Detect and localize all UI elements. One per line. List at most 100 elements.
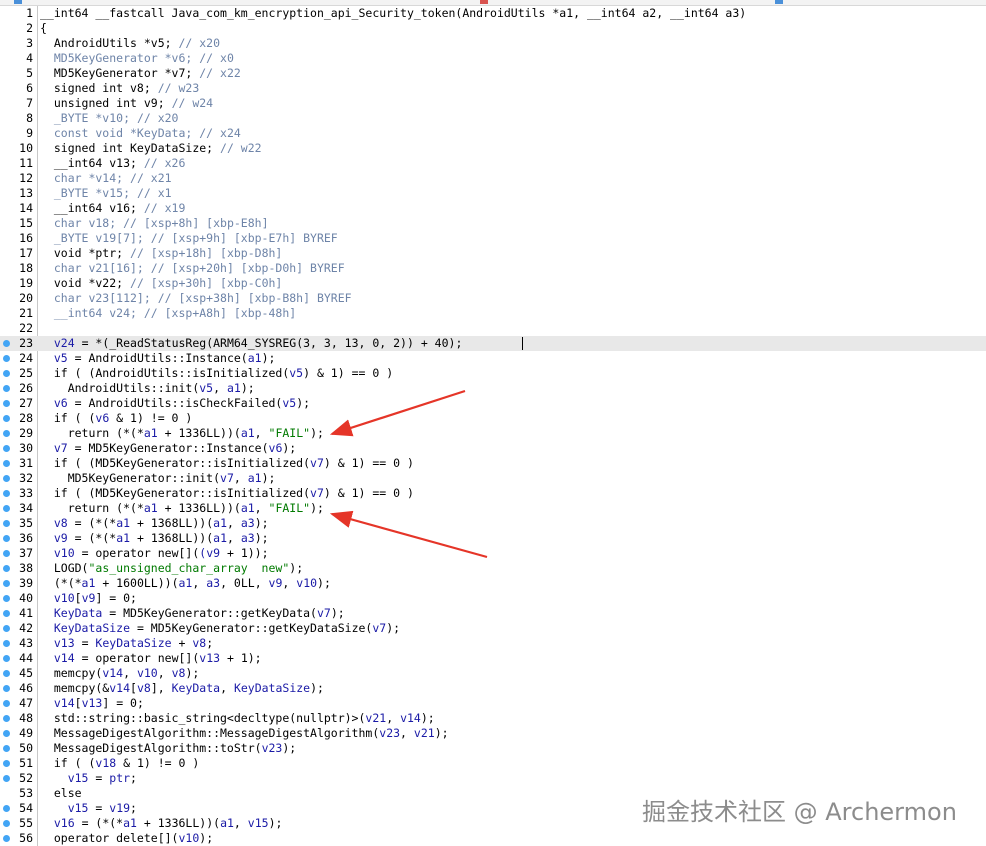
code-text[interactable]: unsigned int v9; // w24 xyxy=(40,96,213,111)
code-text[interactable]: v15 = v19; xyxy=(40,801,137,816)
code-line[interactable]: 9 const void *KeyData; // x24 xyxy=(0,126,986,141)
code-line[interactable]: 48 std::string::basic_string<decltype(nu… xyxy=(0,711,986,726)
code-text[interactable]: void *ptr; // [xsp+18h] [xbp-D8h] xyxy=(40,246,283,261)
code-line[interactable]: 50 MessageDigestAlgorithm::toStr(v23); xyxy=(0,741,986,756)
code-line[interactable]: 56 operator delete[](v10); xyxy=(0,831,986,846)
code-text[interactable]: if ( (v18 & 1) != 0 ) xyxy=(40,756,199,771)
code-text[interactable]: v5 = AndroidUtils::Instance(a1); xyxy=(40,351,276,366)
code-text[interactable]: char v18; // [xsp+8h] [xbp-E8h] xyxy=(40,216,269,231)
code-line[interactable]: 32 MD5KeyGenerator::init(v7, a1); xyxy=(0,471,986,486)
code-text[interactable]: MD5KeyGenerator *v7; // x22 xyxy=(40,66,241,81)
code-text[interactable]: v24 = *(_ReadStatusReg(ARM64_SYSREG(3, 3… xyxy=(40,336,463,351)
code-text[interactable]: return (*(*a1 + 1336LL))(a1, "FAIL"); xyxy=(40,426,324,441)
code-line[interactable]: 13 _BYTE *v15; // x1 xyxy=(0,186,986,201)
code-line[interactable]: 22 xyxy=(0,321,986,336)
code-text[interactable]: memcpy(&v14[v8], KeyData, KeyDataSize); xyxy=(40,681,324,696)
code-line[interactable]: 51 if ( (v18 & 1) != 0 ) xyxy=(0,756,986,771)
code-text[interactable]: MD5KeyGenerator *v6; // x0 xyxy=(40,51,234,66)
code-text[interactable]: _BYTE *v15; // x1 xyxy=(40,186,172,201)
code-line[interactable]: 11 __int64 v13; // x26 xyxy=(0,156,986,171)
code-line[interactable]: 30 v7 = MD5KeyGenerator::Instance(v6); xyxy=(0,441,986,456)
code-line[interactable]: 24 v5 = AndroidUtils::Instance(a1); xyxy=(0,351,986,366)
code-text[interactable]: void *v22; // [xsp+30h] [xbp-C0h] xyxy=(40,276,283,291)
code-text[interactable]: const void *KeyData; // x24 xyxy=(40,126,241,141)
code-text[interactable]: if ( (v6 & 1) != 0 ) xyxy=(40,411,193,426)
code-line[interactable]: 20 char v23[112]; // [xsp+38h] [xbp-B8h]… xyxy=(0,291,986,306)
code-line[interactable]: 17 void *ptr; // [xsp+18h] [xbp-D8h] xyxy=(0,246,986,261)
code-line[interactable]: 25 if ( (AndroidUtils::isInitialized(v5)… xyxy=(0,366,986,381)
tab-indicator[interactable] xyxy=(775,0,783,4)
code-line[interactable]: 33 if ( (MD5KeyGenerator::isInitialized(… xyxy=(0,486,986,501)
code-line[interactable]: 1 __int64 __fastcall Java_com_km_encrypti… xyxy=(0,6,986,21)
tab-indicator[interactable] xyxy=(480,0,488,4)
code-line[interactable]: 44 v14 = operator new[](v13 + 1); xyxy=(0,651,986,666)
code-line[interactable]: 29 return (*(*a1 + 1336LL))(a1, "FAIL"); xyxy=(0,426,986,441)
code-line[interactable]: 2{ xyxy=(0,21,986,36)
code-text[interactable]: v8 = (*(*a1 + 1368LL))(a1, a3); xyxy=(40,516,269,531)
code-text[interactable]: signed int v8; // w23 xyxy=(40,81,199,96)
code-line[interactable]: 42 KeyDataSize = MD5KeyGenerator::getKey… xyxy=(0,621,986,636)
code-text[interactable]: MessageDigestAlgorithm::toStr(v23); xyxy=(40,741,296,756)
code-line[interactable]: 37 v10 = operator new[]((v9 + 1)); xyxy=(0,546,986,561)
code-line[interactable]: 52 v15 = ptr; xyxy=(0,771,986,786)
code-text[interactable]: char *v14; // x21 xyxy=(40,171,172,186)
code-line[interactable]: 7 unsigned int v9; // w24 xyxy=(0,96,986,111)
code-text[interactable]: v7 = MD5KeyGenerator::Instance(v6); xyxy=(40,441,296,456)
code-text[interactable]: if ( (AndroidUtils::isInitialized(v5) & … xyxy=(40,366,393,381)
code-line[interactable]: 8 _BYTE *v10; // x20 xyxy=(0,111,986,126)
code-line[interactable]: 3 AndroidUtils *v5; // x20 xyxy=(0,36,986,51)
code-text[interactable]: if ( (MD5KeyGenerator::isInitialized(v7)… xyxy=(40,486,414,501)
code-line[interactable]: 43 v13 = KeyDataSize + v8; xyxy=(0,636,986,651)
code-text[interactable]: KeyData = MD5KeyGenerator::getKeyData(v7… xyxy=(40,606,345,621)
code-line[interactable]: 14 __int64 v16; // x19 xyxy=(0,201,986,216)
code-text[interactable]: v9 = (*(*a1 + 1368LL))(a1, a3); xyxy=(40,531,269,546)
code-text[interactable]: char v23[112]; // [xsp+38h] [xbp-B8h] BY… xyxy=(40,291,352,306)
code-text[interactable]: KeyDataSize = MD5KeyGenerator::getKeyDat… xyxy=(40,621,400,636)
tab-indicator[interactable] xyxy=(14,0,22,4)
code-line[interactable]: 39 (*(*a1 + 1600LL))(a1, a3, 0LL, v9, v1… xyxy=(0,576,986,591)
code-text[interactable]: AndroidUtils *v5; // x20 xyxy=(40,36,220,51)
code-text[interactable]: else xyxy=(40,786,82,801)
code-text[interactable]: if ( (MD5KeyGenerator::isInitialized(v7)… xyxy=(40,456,414,471)
code-line[interactable]: 36 v9 = (*(*a1 + 1368LL))(a1, a3); xyxy=(0,531,986,546)
code-text[interactable]: v14 = operator new[](v13 + 1); xyxy=(40,651,262,666)
code-text[interactable]: v13 = KeyDataSize + v8; xyxy=(40,636,213,651)
code-text[interactable]: LOGD("as_unsigned_char_array new"); xyxy=(40,561,303,576)
code-text[interactable]: v14[v13] = 0; xyxy=(40,696,144,711)
code-text[interactable]: MessageDigestAlgorithm::MessageDigestAlg… xyxy=(40,726,449,741)
code-line[interactable]: 16 _BYTE v19[7]; // [xsp+9h] [xbp-E7h] B… xyxy=(0,231,986,246)
code-text[interactable]: __int64 __fastcall Java_com_km_encryptio… xyxy=(40,6,746,21)
code-line[interactable]: 12 char *v14; // x21 xyxy=(0,171,986,186)
code-text[interactable]: __int64 v16; // x19 xyxy=(40,201,186,216)
code-line[interactable]: 49 MessageDigestAlgorithm::MessageDigest… xyxy=(0,726,986,741)
code-text[interactable]: v16 = (*(*a1 + 1336LL))(a1, v15); xyxy=(40,816,283,831)
pseudocode-view[interactable]: 1 __int64 __fastcall Java_com_km_encrypti… xyxy=(0,6,986,846)
code-text[interactable]: signed int KeyDataSize; // w22 xyxy=(40,141,262,156)
code-text[interactable]: v10[v9] = 0; xyxy=(40,591,137,606)
code-text[interactable]: memcpy(v14, v10, v8); xyxy=(40,666,199,681)
code-text[interactable]: _BYTE v19[7]; // [xsp+9h] [xbp-E7h] BYRE… xyxy=(40,231,338,246)
code-line[interactable]: 5 MD5KeyGenerator *v7; // x22 xyxy=(0,66,986,81)
code-text[interactable]: v6 = AndroidUtils::isCheckFailed(v5); xyxy=(40,396,310,411)
code-text[interactable]: (*(*a1 + 1600LL))(a1, a3, 0LL, v9, v10); xyxy=(40,576,331,591)
code-line[interactable]: 4 MD5KeyGenerator *v6; // x0 xyxy=(0,51,986,66)
code-text[interactable]: v10 = operator new[]((v9 + 1)); xyxy=(40,546,269,561)
code-text[interactable]: MD5KeyGenerator::init(v7, a1); xyxy=(40,471,276,486)
code-line[interactable]: 45 memcpy(v14, v10, v8); xyxy=(0,666,986,681)
code-text[interactable]: __int64 v13; // x26 xyxy=(40,156,186,171)
code-text[interactable]: std::string::basic_string<decltype(nullp… xyxy=(40,711,435,726)
code-text[interactable]: __int64 v24; // [xsp+A8h] [xbp-48h] xyxy=(40,306,296,321)
code-line[interactable]: 35 v8 = (*(*a1 + 1368LL))(a1, a3); xyxy=(0,516,986,531)
code-text[interactable]: char v21[16]; // [xsp+20h] [xbp-D0h] BYR… xyxy=(40,261,345,276)
code-line[interactable]: 40 v10[v9] = 0; xyxy=(0,591,986,606)
code-line[interactable]: 18 char v21[16]; // [xsp+20h] [xbp-D0h] … xyxy=(0,261,986,276)
code-line[interactable]: 46 memcpy(&v14[v8], KeyData, KeyDataSize… xyxy=(0,681,986,696)
code-line[interactable]: 15 char v18; // [xsp+8h] [xbp-E8h] xyxy=(0,216,986,231)
code-line[interactable]: 21 __int64 v24; // [xsp+A8h] [xbp-48h] xyxy=(0,306,986,321)
code-line[interactable]: 23 v24 = *(_ReadStatusReg(ARM64_SYSREG(3… xyxy=(0,336,986,351)
code-line[interactable]: 6 signed int v8; // w23 xyxy=(0,81,986,96)
code-text[interactable]: v15 = ptr; xyxy=(40,771,137,786)
code-text[interactable]: _BYTE *v10; // x20 xyxy=(40,111,179,126)
code-text[interactable]: AndroidUtils::init(v5, a1); xyxy=(40,381,255,396)
code-text[interactable]: { xyxy=(40,21,47,36)
